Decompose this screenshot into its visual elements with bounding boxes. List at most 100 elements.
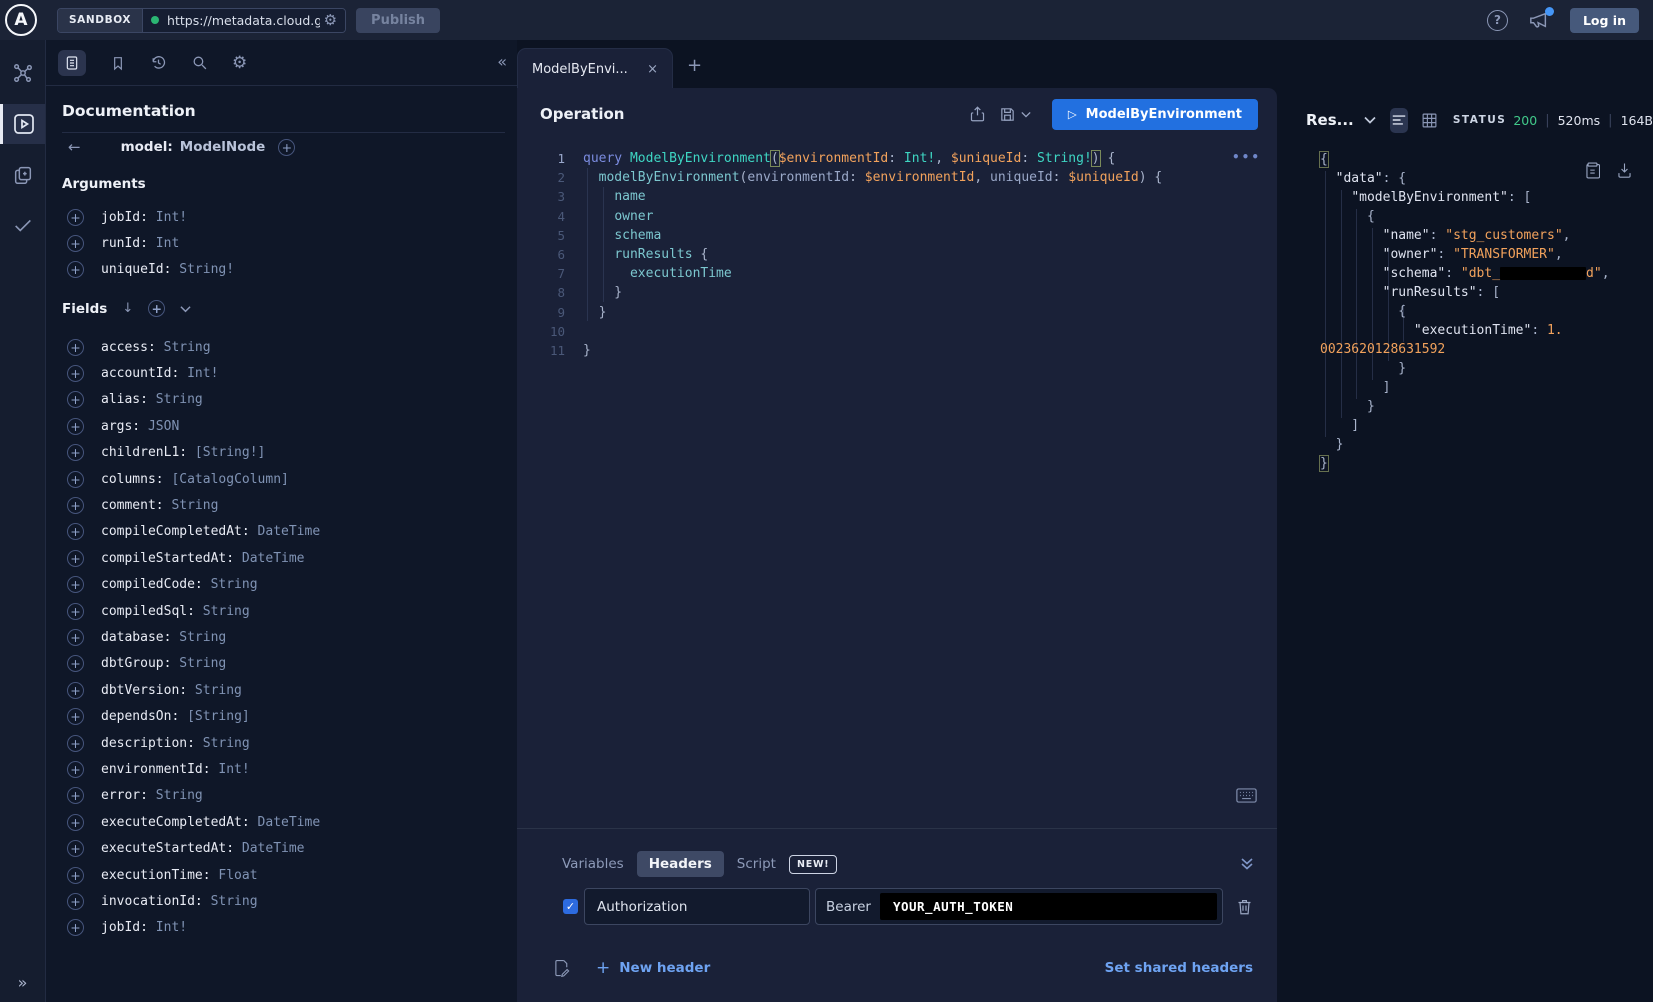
- download-response-button[interactable]: [1617, 162, 1632, 179]
- tab-headers[interactable]: Headers: [637, 851, 724, 877]
- saved-operations-button[interactable]: [110, 55, 126, 71]
- add-field-to-query-icon[interactable]: +: [67, 893, 84, 910]
- add-field-to-query-icon[interactable]: +: [67, 235, 84, 252]
- new-header-button[interactable]: + New header: [596, 958, 710, 978]
- add-field-to-query-icon[interactable]: +: [67, 339, 84, 356]
- explorer-settings-button[interactable]: ⚙: [232, 53, 247, 73]
- code-line[interactable]: 4 owner: [517, 207, 1277, 226]
- add-field-to-query-icon[interactable]: +: [67, 787, 84, 804]
- code-line[interactable]: 8 }: [517, 283, 1277, 302]
- add-field-to-query-icon[interactable]: +: [67, 365, 84, 382]
- add-field-to-query-icon[interactable]: +: [67, 682, 84, 699]
- panel-divider: [517, 828, 1277, 829]
- search-button[interactable]: [191, 54, 208, 71]
- docs-divider: [62, 132, 505, 133]
- code-line[interactable]: 6 runResults {: [517, 245, 1277, 264]
- auth-token-value[interactable]: YOUR_AUTH_TOKEN: [880, 893, 1217, 920]
- login-button[interactable]: Log in: [1570, 8, 1639, 33]
- table-view-toggle-button[interactable]: [1421, 112, 1438, 129]
- add-field-to-query-icon[interactable]: +: [67, 550, 84, 567]
- add-field-to-query-icon[interactable]: +: [67, 576, 84, 593]
- endpoint-url-text[interactable]: https://metadata.cloud.get: [167, 13, 320, 28]
- code-line[interactable]: 9 }: [517, 303, 1277, 322]
- add-field-to-query-icon[interactable]: +: [67, 735, 84, 752]
- code-line[interactable]: 10: [517, 322, 1277, 341]
- header-value-input[interactable]: Bearer YOUR_AUTH_TOKEN: [815, 888, 1223, 925]
- keyboard-shortcuts-icon[interactable]: [1236, 788, 1257, 803]
- sidebar-item-checks[interactable]: [0, 206, 45, 244]
- add-field-to-query-icon[interactable]: +: [67, 523, 84, 540]
- run-button-label: ModelByEnvironment: [1086, 107, 1242, 122]
- save-operation-icon[interactable]: [999, 106, 1016, 123]
- header-name-input[interactable]: Authorization: [584, 888, 810, 925]
- endpoint-settings-gear-icon[interactable]: ⚙: [324, 11, 337, 29]
- run-operation-button[interactable]: ▷ ModelByEnvironment: [1052, 99, 1258, 130]
- new-tab-button[interactable]: +: [687, 55, 702, 76]
- delete-header-button[interactable]: [1236, 898, 1253, 916]
- code-line[interactable]: 1query ModelByEnvironment($environmentId…: [517, 149, 1277, 168]
- expand-rail-button[interactable]: »: [0, 973, 45, 992]
- endpoint-url-input[interactable]: https://metadata.cloud.get ⚙: [143, 9, 345, 32]
- code-line[interactable]: 7 executionTime: [517, 264, 1277, 283]
- add-field-to-query-icon[interactable]: +: [67, 814, 84, 831]
- docs-toolbar: ⚙ «: [46, 40, 517, 86]
- tab-variables[interactable]: Variables: [562, 851, 624, 877]
- response-line: {: [1320, 152, 1610, 171]
- add-type-to-query-icon[interactable]: +: [278, 139, 295, 156]
- fields-add-options-chevron-icon[interactable]: [180, 305, 191, 313]
- response-size: 164B: [1621, 113, 1653, 128]
- apollo-logo-icon[interactable]: A: [5, 4, 37, 36]
- history-button[interactable]: [150, 54, 167, 71]
- sidebar-item-schema[interactable]: [0, 54, 45, 92]
- add-field-to-query-icon[interactable]: +: [67, 418, 84, 435]
- code-line[interactable]: 3 name: [517, 187, 1277, 206]
- response-json-body: { "data": { "modelByEnvironment": [ { "n…: [1320, 152, 1610, 475]
- add-field-to-query-icon[interactable]: +: [67, 840, 84, 857]
- edit-headers-as-json-icon[interactable]: [553, 959, 570, 977]
- add-field-to-query-icon[interactable]: +: [67, 761, 84, 778]
- docs-tab-button[interactable]: [58, 50, 86, 76]
- field-row: +accountId: Int!: [67, 360, 507, 386]
- close-tab-icon[interactable]: ×: [647, 62, 658, 77]
- add-all-fields-icon[interactable]: +: [148, 300, 165, 317]
- add-field-to-query-icon[interactable]: +: [67, 655, 84, 672]
- back-arrow-icon[interactable]: ←: [68, 138, 81, 156]
- save-options-chevron-icon[interactable]: [1021, 111, 1031, 118]
- header-enabled-checkbox[interactable]: ✓: [563, 899, 578, 914]
- request-settings-tabs: Variables Headers Script NEW!: [517, 848, 1277, 880]
- publish-button[interactable]: Publish: [356, 8, 440, 33]
- share-operation-icon[interactable]: [969, 105, 986, 123]
- collapse-bottom-panel-button[interactable]: [1239, 857, 1255, 871]
- code-line[interactable]: 11}: [517, 341, 1277, 360]
- announcements-button[interactable]: [1528, 10, 1550, 30]
- add-field-to-query-icon[interactable]: +: [67, 444, 84, 461]
- add-field-to-query-icon[interactable]: +: [67, 708, 84, 725]
- tab-script[interactable]: Script: [737, 851, 776, 877]
- topbar-right-actions: ? Log in: [1487, 8, 1639, 33]
- help-icon[interactable]: ?: [1487, 10, 1508, 31]
- collapse-docs-panel-button[interactable]: «: [497, 52, 507, 71]
- code-line[interactable]: 5 schema: [517, 226, 1277, 245]
- sidebar-item-explorer[interactable]: [0, 104, 45, 144]
- response-selector-chevron-icon[interactable]: [1364, 116, 1376, 124]
- field-row: +dbtVersion: String: [67, 677, 507, 703]
- add-field-to-query-icon[interactable]: +: [67, 209, 84, 226]
- add-field-to-query-icon[interactable]: +: [67, 629, 84, 646]
- graphql-editor[interactable]: 1query ModelByEnvironment($environmentId…: [517, 149, 1277, 360]
- add-field-to-query-icon[interactable]: +: [67, 919, 84, 936]
- field-signature: columns: [CatalogColumn]: [101, 472, 289, 487]
- add-field-to-query-icon[interactable]: +: [67, 391, 84, 408]
- sort-fields-icon[interactable]: ↓: [122, 301, 133, 316]
- set-shared-headers-link[interactable]: Set shared headers: [1105, 960, 1253, 976]
- add-field-to-query-icon[interactable]: +: [67, 603, 84, 620]
- breadcrumb-type-link[interactable]: ModelNode: [180, 139, 266, 155]
- add-field-to-query-icon[interactable]: +: [67, 497, 84, 514]
- raw-view-toggle-button[interactable]: [1390, 108, 1408, 133]
- field-signature: runId: Int: [101, 236, 179, 251]
- add-field-to-query-icon[interactable]: +: [67, 261, 84, 278]
- operation-tab[interactable]: ModelByEnvi... ×: [517, 48, 673, 89]
- add-field-to-query-icon[interactable]: +: [67, 471, 84, 488]
- sidebar-item-operation-collections[interactable]: [0, 156, 45, 194]
- add-field-to-query-icon[interactable]: +: [67, 867, 84, 884]
- code-line[interactable]: 2 modelByEnvironment(environmentId: $env…: [517, 168, 1277, 187]
